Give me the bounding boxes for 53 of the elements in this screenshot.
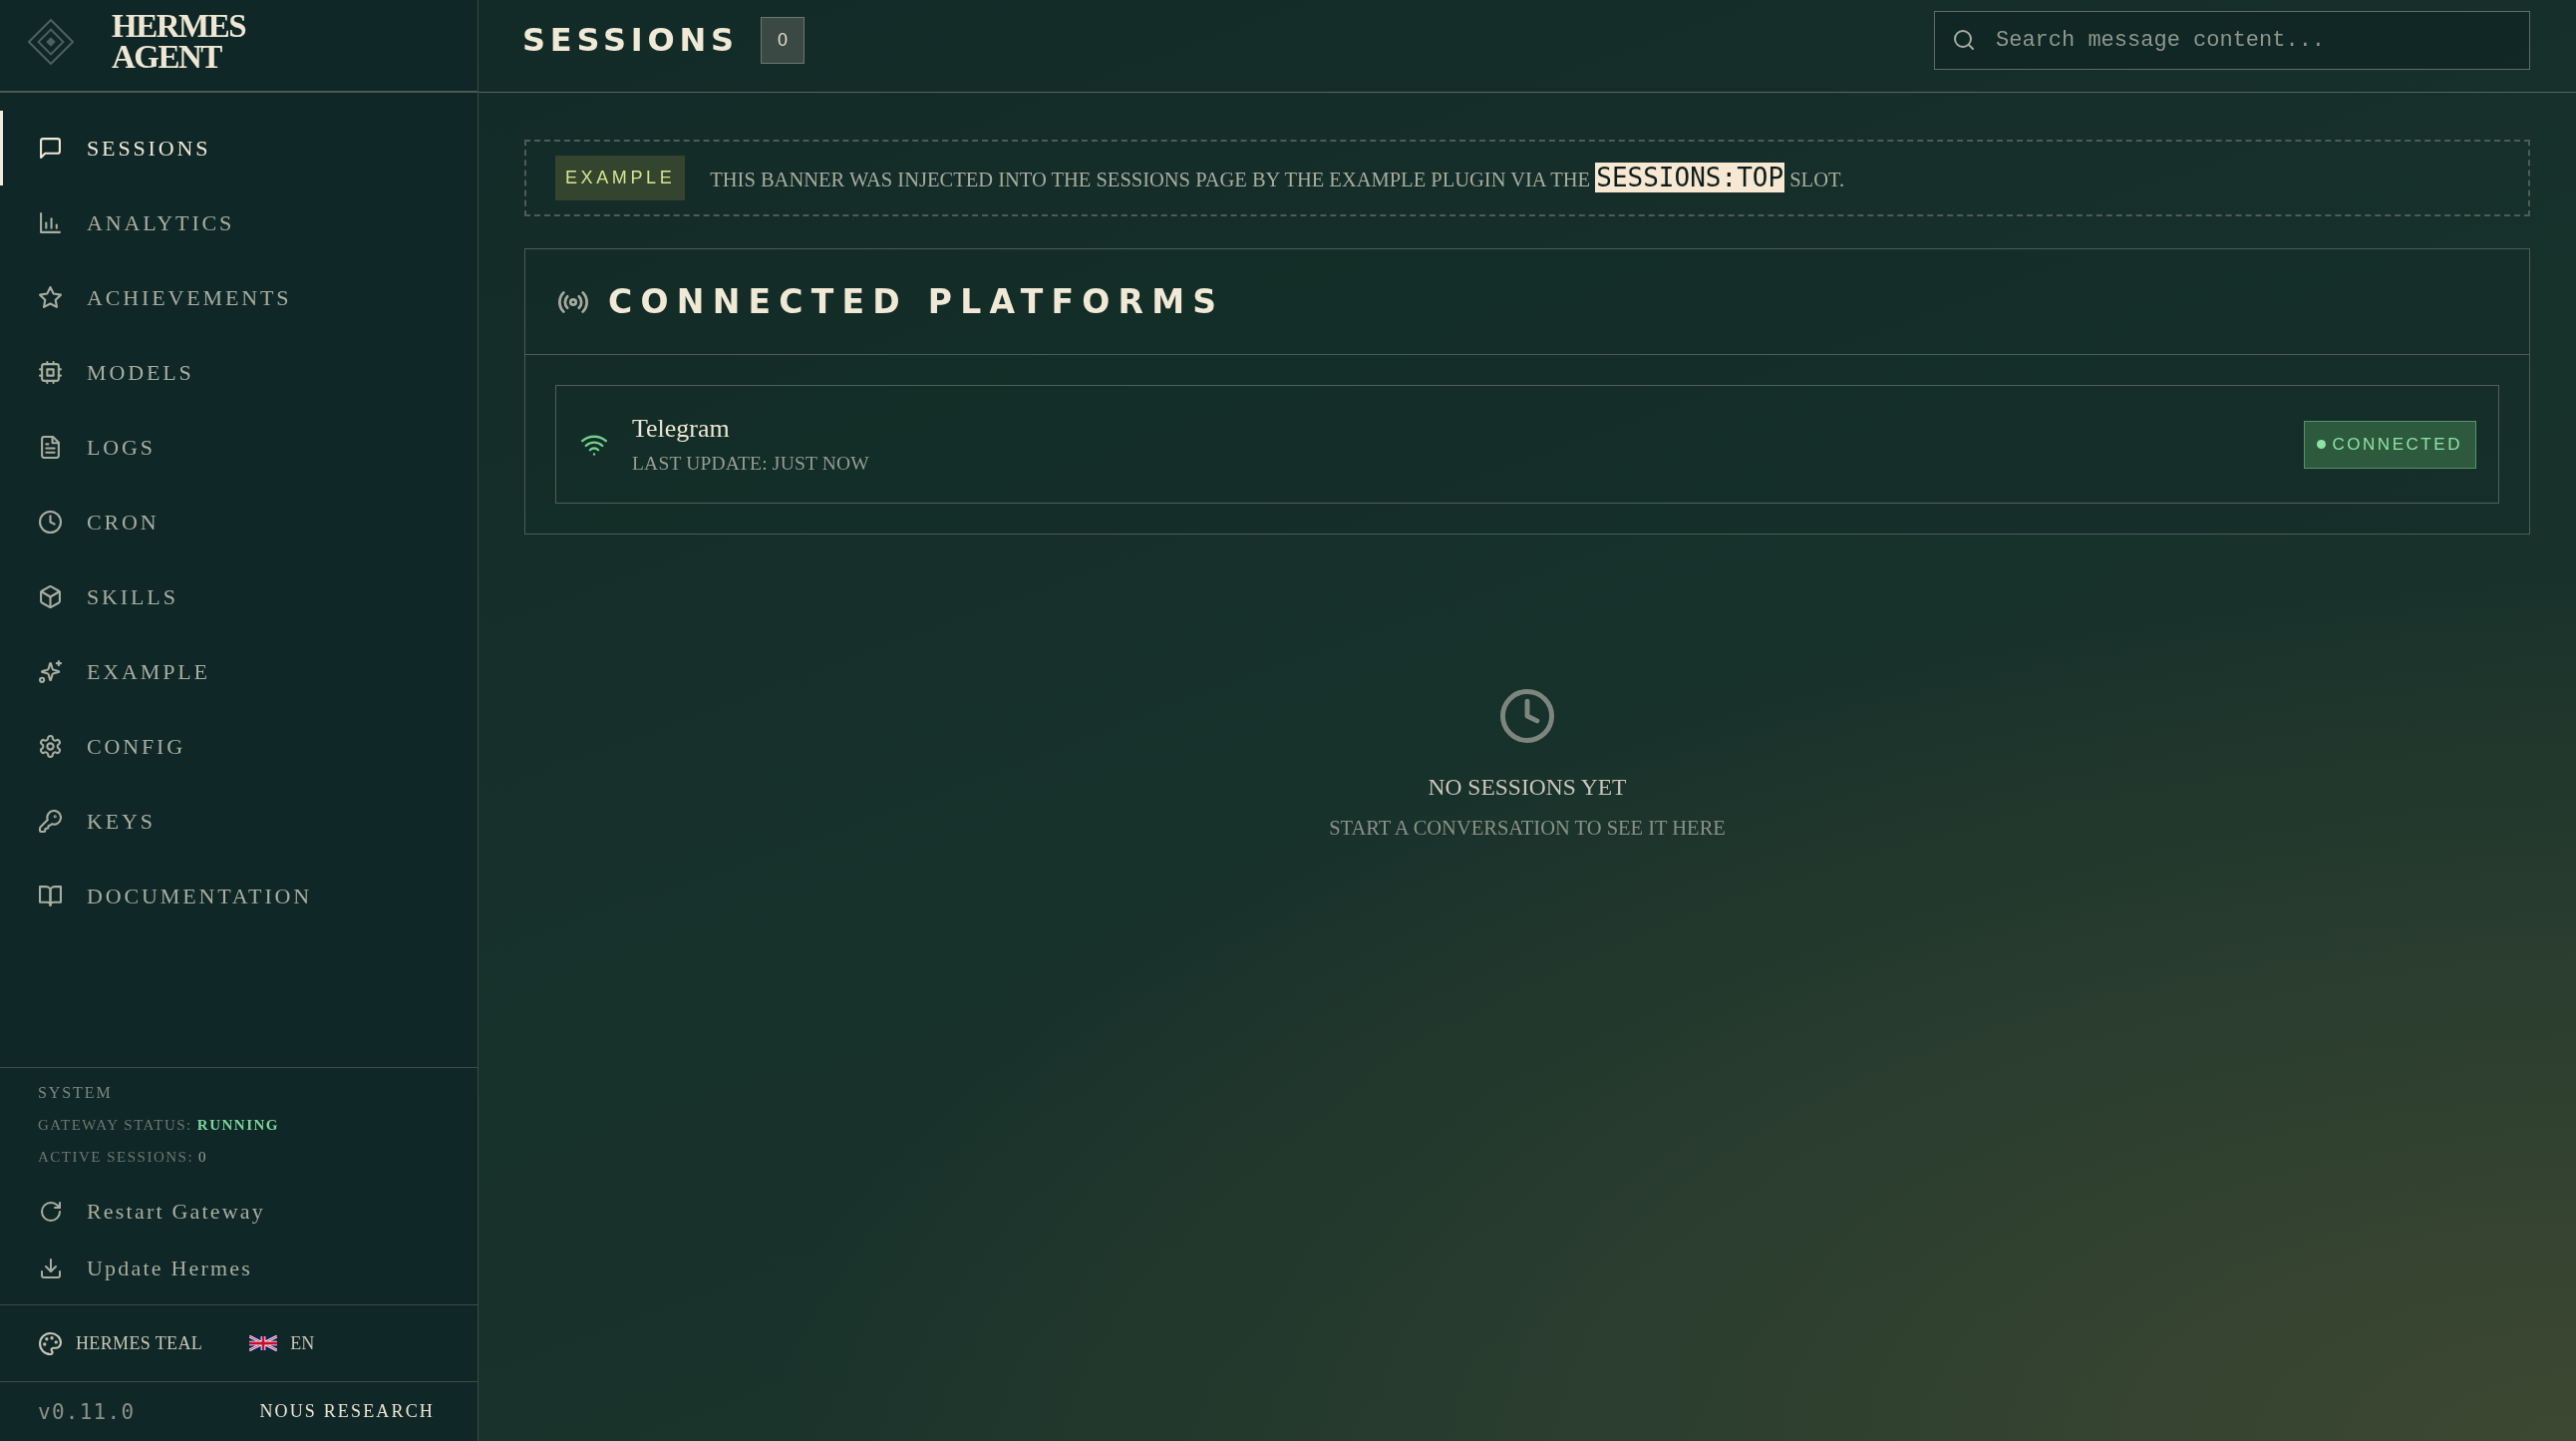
clock-icon bbox=[39, 511, 62, 534]
chat-icon bbox=[39, 137, 62, 160]
nav-link[interactable]: MODELS bbox=[0, 335, 478, 410]
settings-icon bbox=[39, 735, 62, 758]
banner-text: THIS BANNER WAS INJECTED INTO THE SESSIONS PAGE BY THE EXAMPLE PLUGIN VIA THE SESSIONS:TOP SLOT. bbox=[710, 161, 1845, 194]
card-title: CONNECTED PLATFORMS bbox=[608, 282, 1225, 321]
book-icon bbox=[39, 885, 62, 907]
document-icon bbox=[39, 436, 62, 459]
nav-link[interactable]: ANALYTICS bbox=[0, 185, 478, 260]
update-button[interactable]: Update Hermes bbox=[38, 1240, 253, 1296]
language-button[interactable]: EN bbox=[249, 1332, 315, 1354]
flag-icon bbox=[249, 1335, 278, 1351]
platform-name: Telegram bbox=[632, 413, 730, 444]
gateway-status-value: RUNNING bbox=[196, 1116, 279, 1135]
empty-state-title: NO SESSIONS YET bbox=[1428, 773, 1627, 802]
bar-chart-icon bbox=[39, 211, 62, 234]
page-title: SESSIONS bbox=[522, 21, 739, 59]
gateway-status-label: GATEWAY STATUS: bbox=[38, 1116, 192, 1135]
empty-state-subtitle: START A CONVERSATION TO SEE IT HERE bbox=[1329, 816, 1726, 841]
nav-link[interactable]: SKILLS bbox=[0, 559, 478, 634]
refresh-icon bbox=[40, 1200, 62, 1223]
search-icon bbox=[1953, 28, 1975, 51]
status-dot-icon bbox=[2317, 440, 2327, 449]
nav-link[interactable]: DOCUMENTATION bbox=[0, 859, 478, 933]
search-field[interactable]: Search message content... bbox=[1934, 10, 2530, 70]
last-update-text: LAST UPDATE: JUST NOW bbox=[632, 451, 869, 476]
nav-link[interactable]: CRON bbox=[0, 485, 478, 559]
nav-link[interactable]: SESSIONS bbox=[0, 111, 478, 185]
version-label: v0.11.0 bbox=[38, 1399, 136, 1424]
clock-icon bbox=[1500, 689, 1554, 743]
nav-link[interactable]: EXAMPLE bbox=[0, 634, 478, 709]
chip-icon bbox=[39, 361, 62, 384]
star-icon bbox=[39, 286, 62, 309]
credit-link[interactable]: NOUS RESEARCH bbox=[259, 1401, 435, 1422]
nav-link[interactable]: KEYS bbox=[0, 784, 478, 859]
session-count-badge: 0 bbox=[760, 16, 805, 64]
nav-link[interactable]: ACHIEVEMENTS bbox=[0, 260, 478, 335]
plugin-tag: EXAMPLE bbox=[555, 156, 686, 200]
download-icon bbox=[40, 1257, 62, 1279]
theme-button[interactable]: HERMES TEAL bbox=[39, 1331, 203, 1355]
active-sessions-label: ACTIVE SESSIONS: bbox=[38, 1148, 194, 1167]
app-logo: HERMES AGENT bbox=[112, 10, 247, 73]
nav-link[interactable]: LOGS bbox=[0, 410, 478, 485]
palette-icon bbox=[39, 1331, 62, 1355]
status-text: CONNECTED bbox=[2332, 434, 2462, 455]
active-sessions-count: 0 bbox=[198, 1148, 208, 1167]
cube-icon bbox=[39, 585, 62, 608]
nav-link[interactable]: CONFIG bbox=[0, 709, 478, 784]
key-icon bbox=[39, 810, 62, 833]
diamond-logo-icon bbox=[28, 18, 74, 65]
section-heading: SYSTEM bbox=[38, 1083, 113, 1103]
sparkle-icon bbox=[39, 660, 62, 683]
restart-button[interactable]: Restart Gateway bbox=[38, 1183, 265, 1240]
